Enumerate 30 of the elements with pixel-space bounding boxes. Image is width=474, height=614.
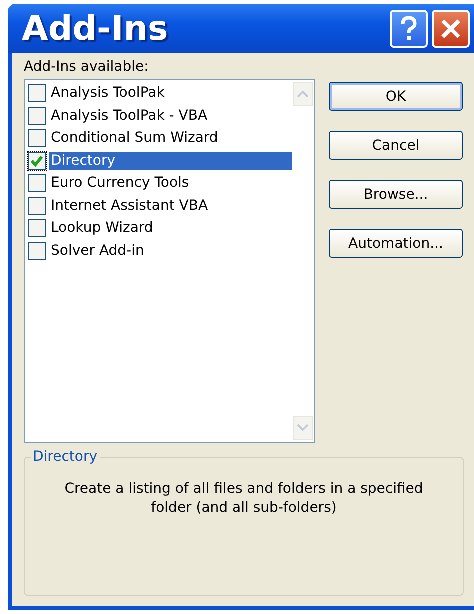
checkbox[interactable] xyxy=(28,84,46,102)
checkbox[interactable] xyxy=(28,242,46,260)
group-title: Directory xyxy=(31,449,100,465)
chevron-down-icon xyxy=(297,424,309,432)
checkbox[interactable] xyxy=(28,152,46,170)
description-text: Create a listing of all files and folders in a specified folder (and all sub-folders) xyxy=(64,480,424,518)
chevron-up-icon xyxy=(297,90,309,98)
window-title: Add-Ins xyxy=(22,8,168,48)
list-item[interactable]: Directory xyxy=(49,152,292,170)
list-item[interactable]: Solver Add-in xyxy=(49,242,292,260)
list-item[interactable]: Analysis ToolPak - VBA xyxy=(49,106,292,125)
help-button[interactable] xyxy=(390,10,428,48)
list-label: Add-Ins available: xyxy=(24,59,150,75)
close-button[interactable] xyxy=(432,10,470,48)
checkmark-icon xyxy=(30,154,44,168)
checkbox[interactable] xyxy=(28,196,46,215)
list-item[interactable]: Conditional Sum Wizard xyxy=(49,129,292,148)
list-item[interactable]: Analysis ToolPak xyxy=(49,84,292,102)
list-item[interactable]: Lookup Wizard xyxy=(49,219,292,238)
dialog-button[interactable]: Browse... xyxy=(329,180,463,209)
checkbox[interactable] xyxy=(28,106,46,125)
dialog-button[interactable]: OK xyxy=(329,82,463,111)
checkbox[interactable] xyxy=(28,219,46,238)
checkbox[interactable] xyxy=(28,129,46,148)
checkbox[interactable] xyxy=(28,174,46,192)
list-item[interactable]: Internet Assistant VBA xyxy=(49,196,292,215)
dialog-button[interactable]: Cancel xyxy=(329,131,463,160)
list-item[interactable]: Euro Currency Tools xyxy=(49,174,292,192)
close-icon xyxy=(440,18,462,40)
dialog-button[interactable]: Automation... xyxy=(329,229,463,258)
